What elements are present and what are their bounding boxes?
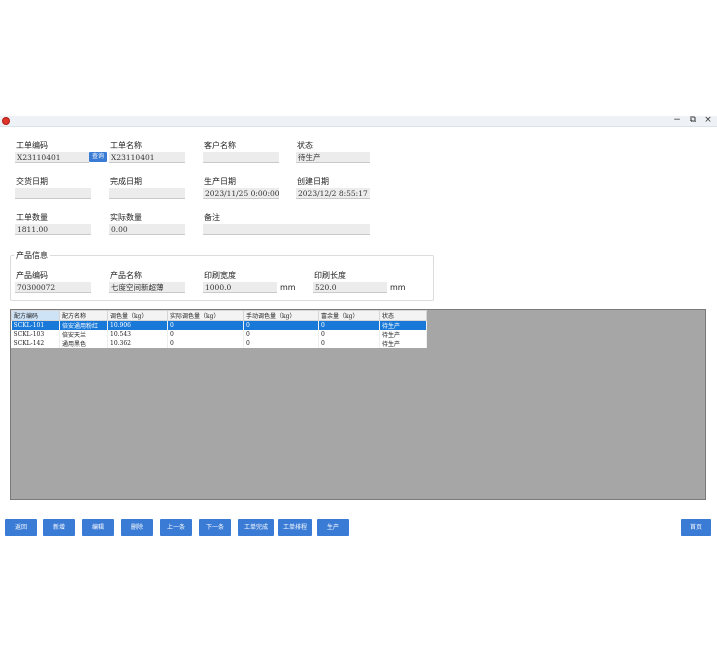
column-header[interactable]: 状态 (379, 310, 427, 321)
order-qty-label: 工单数量 (16, 213, 48, 222)
order-code-field[interactable]: X23110401 (15, 152, 89, 163)
previous-button[interactable]: 上一条 (160, 519, 192, 536)
product-code-field[interactable]: 70300072 (15, 282, 91, 293)
table-cell: 0 (243, 339, 319, 348)
delivery-date-field[interactable] (15, 188, 91, 199)
print-width-label: 印刷宽度 (204, 271, 236, 280)
finish-order-button[interactable]: 工单完成 (238, 519, 274, 536)
table-cell: 待生产 (379, 339, 427, 348)
complete-date-field[interactable] (109, 188, 185, 199)
produce-date-field[interactable]: 2023/11/25 0:00:00 (203, 188, 279, 199)
product-info-title: 产品信息 (14, 250, 50, 261)
status-field[interactable]: 待生产 (296, 152, 370, 163)
table-cell: 0 (167, 320, 244, 330)
print-length-label: 印刷长度 (314, 271, 346, 280)
table-cell: SCKL-103 (11, 330, 60, 339)
table-cell: SCKL-142 (11, 339, 60, 348)
home-button[interactable]: 首页 (681, 519, 711, 536)
print-length-field[interactable]: 520.0 (313, 282, 387, 293)
column-header[interactable]: 实际调色量（kg） (167, 310, 244, 321)
table-cell: 通用黑色 (59, 339, 108, 348)
table-row[interactable]: SCKL-101 倍安通用粉红 10.906 0 0 0 待生产 (11, 320, 427, 330)
table-cell: 倍安天兰 (59, 330, 108, 339)
table-header-row: 配方编码 配方名称 调色量（kg） 实际调色量（kg） 手动调色量（kg） 富余… (11, 310, 427, 321)
table-cell: 待生产 (379, 320, 427, 330)
column-header[interactable]: 手动调色量（kg） (243, 310, 319, 321)
delivery-date-label: 交货日期 (16, 177, 48, 186)
print-length-unit: mm (390, 283, 406, 292)
query-button[interactable]: 查询 (89, 152, 107, 162)
product-code-label: 产品编码 (16, 271, 48, 280)
customer-name-label: 客户名称 (204, 141, 236, 150)
formula-table: 配方编码 配方名称 调色量（kg） 实际调色量（kg） 手动调色量（kg） 富余… (11, 310, 427, 348)
actual-qty-field[interactable]: 0.00 (109, 224, 185, 235)
create-date-field[interactable]: 2023/12/2 8:55:17 (296, 188, 370, 199)
column-header[interactable]: 富余量（kg） (318, 310, 380, 321)
remark-field[interactable] (203, 224, 370, 235)
order-name-label: 工单名称 (110, 141, 142, 150)
back-button[interactable]: 返回 (5, 519, 37, 536)
app-icon (2, 117, 10, 125)
column-header[interactable]: 配方编码 (11, 310, 60, 321)
next-button[interactable]: 下一条 (199, 519, 231, 536)
remark-label: 备注 (204, 213, 220, 222)
produce-date-label: 生产日期 (204, 177, 236, 186)
produce-button[interactable]: 生产 (317, 519, 349, 536)
window-titlebar: − ⧉ × (0, 114, 717, 127)
complete-date-label: 完成日期 (110, 177, 142, 186)
close-button[interactable]: × (701, 114, 715, 126)
table-row[interactable]: SCKL-103 倍安天兰 10.543 0 0 0 待生产 (11, 330, 427, 339)
customer-name-field[interactable] (203, 152, 279, 163)
table-cell: SCKL-101 (11, 320, 60, 330)
table-cell: 0 (318, 339, 380, 348)
maximize-button[interactable]: ⧉ (686, 114, 700, 126)
status-label: 状态 (297, 141, 313, 150)
table-cell: 0 (318, 330, 380, 339)
table-cell: 倍安通用粉红 (59, 320, 108, 330)
actual-qty-label: 实际数量 (110, 213, 142, 222)
table-cell: 0 (167, 339, 244, 348)
add-button[interactable]: 新增 (43, 519, 75, 536)
table-cell: 0 (243, 320, 319, 330)
minimize-button[interactable]: − (670, 114, 684, 126)
column-header[interactable]: 调色量（kg） (107, 310, 168, 321)
table-cell: 0 (167, 330, 244, 339)
order-qty-field[interactable]: 1811.00 (15, 224, 91, 235)
edit-button[interactable]: 编辑 (82, 519, 114, 536)
table-cell: 10.906 (107, 320, 168, 330)
table-cell: 10.543 (107, 330, 168, 339)
table-row[interactable]: SCKL-142 通用黑色 10.362 0 0 0 待生产 (11, 339, 427, 348)
product-name-field[interactable]: 七度空间新超薄 (109, 282, 185, 293)
table-cell: 10.362 (107, 339, 168, 348)
table-cell: 0 (318, 320, 380, 330)
table-cell: 待生产 (379, 330, 427, 339)
order-code-label: 工单编码 (16, 141, 48, 150)
product-name-label: 产品名称 (110, 271, 142, 280)
column-header[interactable]: 配方名称 (59, 310, 108, 321)
delete-button[interactable]: 删除 (121, 519, 153, 536)
schedule-order-button[interactable]: 工单排程 (278, 519, 312, 536)
print-width-field[interactable]: 1000.0 (203, 282, 277, 293)
print-width-unit: mm (280, 283, 296, 292)
order-name-field[interactable]: X23110401 (109, 152, 185, 163)
table-cell: 0 (243, 330, 319, 339)
create-date-label: 创建日期 (297, 177, 329, 186)
